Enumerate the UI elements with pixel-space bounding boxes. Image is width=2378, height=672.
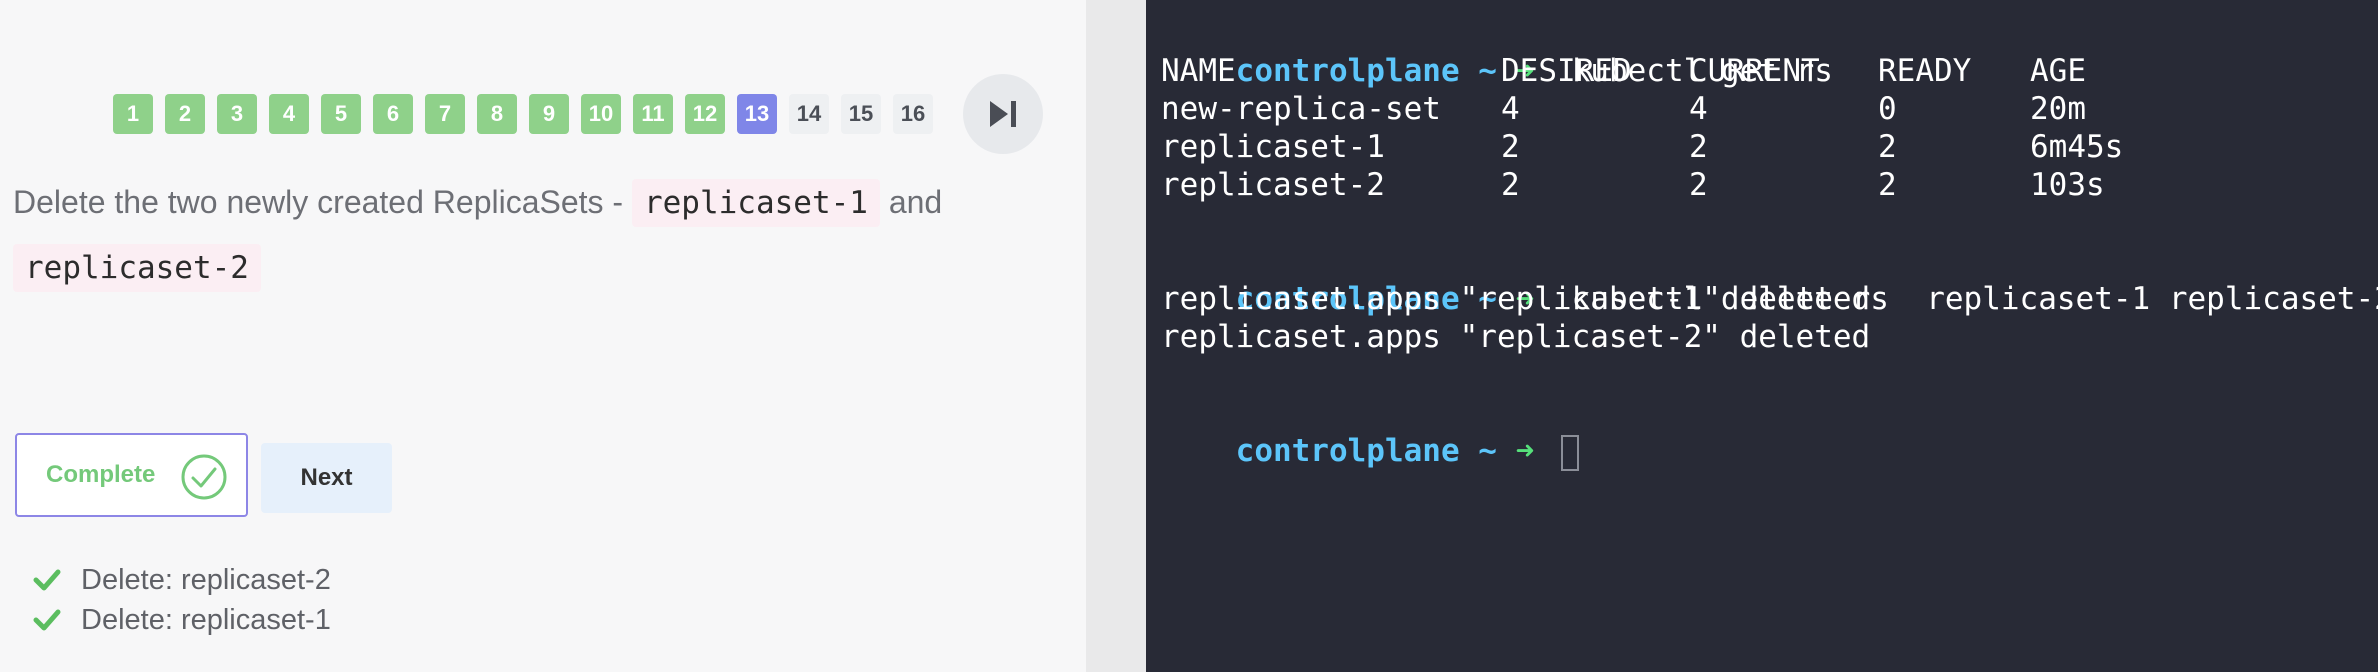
checklist-item: Delete: replicaset-2 [33,560,331,600]
rs-table-cell: NAME [1161,53,1236,89]
rs-table-cell: 103s [2030,167,2105,203]
skip-to-end-button[interactable] [963,74,1043,154]
code-replicaset-2: replicaset-2 [13,244,261,292]
rs-table-cell: 2 [1878,167,1897,203]
question-8-button[interactable]: 8 [477,94,517,134]
question-1-button[interactable]: 1 [113,94,153,134]
question-5-button[interactable]: 5 [321,94,361,134]
question-11-button[interactable]: 11 [633,94,673,134]
question-7-button[interactable]: 7 [425,94,465,134]
rs-table-cell: 6m45s [2030,129,2124,165]
pane-divider[interactable] [1086,0,1146,672]
question-9-button[interactable]: 9 [529,94,569,134]
rs-table-cell: new-replica-set [1161,91,1441,127]
question-text-part: and [879,184,943,220]
complete-button[interactable]: Complete [15,433,248,517]
rs-table-cell: CURRENT [1689,53,1820,89]
terminal[interactable]: controlplane ~ ➜ kubectl get rs NAME DESI… [1146,0,2378,672]
task-checklist: Delete: replicaset-2 Delete: replicaset-… [33,560,331,640]
rs-table-cell: 2 [1878,129,1897,165]
question-10-button[interactable]: 10 [581,94,621,134]
checklist-item: Delete: replicaset-1 [33,600,331,640]
check-circle-icon [181,454,227,500]
question-text: Delete the two newly created ReplicaSets… [13,170,1063,300]
rs-table-cell: 4 [1501,91,1520,127]
prompt-host: controlplane ~ [1235,433,1516,469]
question-text-part: Delete the two newly created ReplicaSets… [13,184,632,220]
question-15-button[interactable]: 15 [841,94,881,134]
terminal-output-line: replicaset.apps "replicaset-1" deleted [1161,281,1871,317]
check-icon [33,568,65,592]
checklist-item-label: Delete: replicaset-2 [81,563,331,596]
question-panel: 1 2 3 4 5 6 7 8 9 10 11 12 13 14 15 16 Delete the two n… [0,0,1086,672]
terminal-output-line: replicaset.apps "replicaset-2" deleted [1161,319,1871,355]
prompt-arrow-icon: ➜ [1515,433,1535,469]
rs-table-cell: 2 [1689,129,1708,165]
checklist-item-label: Delete: replicaset-1 [81,603,331,636]
prompt-host: controlplane ~ [1235,53,1516,89]
rs-table-cell: 0 [1878,91,1897,127]
terminal-cursor[interactable] [1560,434,1579,471]
skip-to-end-icon [990,101,1016,127]
rs-table-cell: 4 [1689,91,1708,127]
question-3-button[interactable]: 3 [217,94,257,134]
rs-table-cell: 20m [2030,91,2086,127]
question-16-button[interactable]: 16 [893,94,933,134]
complete-label: Complete [46,461,156,488]
code-replicaset-1: replicaset-1 [631,179,880,227]
rs-table-cell: DESIRED [1501,53,1632,89]
rs-table-cell: 2 [1501,167,1520,203]
question-6-button[interactable]: 6 [373,94,413,134]
rs-table-cell: AGE [2030,53,2086,89]
question-14-button[interactable]: 14 [789,94,829,134]
rs-table-cell: 2 [1689,167,1708,203]
question-4-button[interactable]: 4 [269,94,309,134]
rs-table-cell: 2 [1501,129,1520,165]
question-pager: 1 2 3 4 5 6 7 8 9 10 11 12 13 14 15 16 [113,94,945,134]
rs-table-cell: READY [1878,53,1972,89]
question-12-button[interactable]: 12 [685,94,725,134]
terminal-prompt-line: controlplane ~ ➜ [1161,394,1579,509]
check-icon [33,608,65,632]
rs-table-cell: replicaset-1 [1161,129,1385,165]
question-13-button[interactable]: 13 [737,94,777,134]
next-button[interactable]: Next [261,443,392,513]
rs-table-cell: replicaset-2 [1161,167,1385,203]
question-2-button[interactable]: 2 [165,94,205,134]
